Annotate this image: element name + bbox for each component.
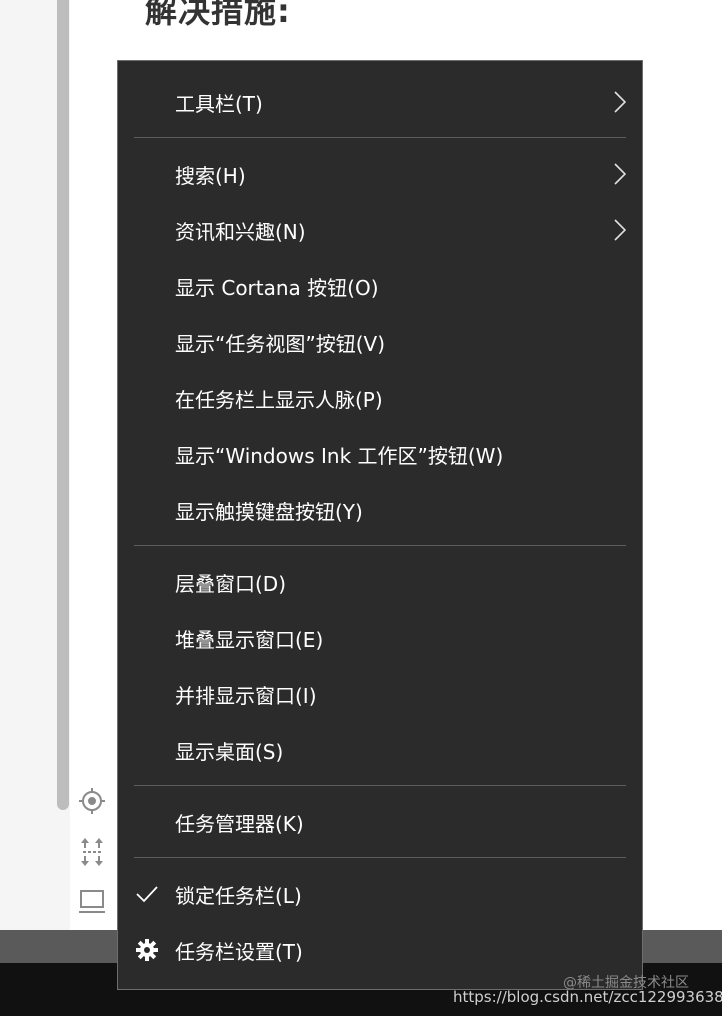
scrollbar[interactable] (57, 0, 69, 810)
menu-item-label: 显示“Windows Ink 工作区”按钮(W) (175, 443, 504, 468)
menu-item-label: 并排显示窗口(I) (175, 683, 317, 708)
menu-item-label: 任务管理器(K) (175, 811, 304, 836)
menu-item-label: 搜索(H) (175, 163, 246, 188)
watermark-url: https://blog.csdn.net/zcc1229936385 (453, 988, 722, 1006)
menu-item-search[interactable]: 搜索(H) (118, 148, 642, 200)
menu-item-show-cortana[interactable]: 显示 Cortana 按钮(O) (118, 260, 642, 312)
menu-item-cascade-windows[interactable]: 层叠窗口(D) (118, 556, 642, 608)
checkmark-icon (136, 883, 158, 905)
menu-item-lock-taskbar[interactable]: 锁定任务栏(L) (118, 868, 642, 920)
menu-item-label: 层叠窗口(D) (175, 571, 287, 596)
laptop-icon[interactable] (78, 888, 106, 916)
expand-arrows-icon[interactable] (78, 838, 106, 866)
menu-item-side-by-side[interactable]: 并排显示窗口(I) (118, 668, 642, 720)
menu-separator (134, 785, 626, 786)
menu-separator (134, 545, 626, 546)
menu-item-taskbar-settings[interactable]: 任务栏设置(T) (118, 924, 642, 976)
menu-item-label: 显示桌面(S) (175, 739, 284, 764)
taskbar-context-menu: 工具栏(T) 搜索(H) 资讯和兴趣(N) 显示 Cortana 按钮(O) 显… (117, 60, 643, 990)
menu-separator (134, 137, 626, 138)
page-heading: 解决措施: (145, 0, 291, 30)
menu-item-label: 在任务栏上显示人脉(P) (175, 387, 383, 412)
chevron-right-icon (614, 163, 626, 185)
menu-item-show-desktop[interactable]: 显示桌面(S) (118, 724, 642, 776)
menu-item-stack-windows[interactable]: 堆叠显示窗口(E) (118, 612, 642, 664)
menu-item-task-manager[interactable]: 任务管理器(K) (118, 796, 642, 848)
menu-item-label: 显示 Cortana 按钮(O) (175, 275, 379, 300)
chevron-right-icon (614, 219, 626, 241)
chevron-right-icon (614, 91, 626, 113)
menu-item-toolbars[interactable]: 工具栏(T) (118, 76, 642, 128)
menu-item-show-task-view[interactable]: 显示“任务视图”按钮(V) (118, 316, 642, 368)
menu-item-label: 显示触摸键盘按钮(Y) (175, 499, 363, 524)
menu-item-label: 任务栏设置(T) (175, 939, 303, 964)
menu-separator (134, 857, 626, 858)
menu-item-label: 堆叠显示窗口(E) (175, 627, 324, 652)
menu-item-show-windows-ink[interactable]: 显示“Windows Ink 工作区”按钮(W) (118, 428, 642, 480)
menu-item-label: 锁定任务栏(L) (175, 883, 302, 908)
menu-item-label: 资讯和兴趣(N) (175, 219, 306, 244)
menu-item-label: 工具栏(T) (175, 91, 263, 116)
menu-item-label: 显示“任务视图”按钮(V) (175, 331, 386, 356)
menu-item-show-people[interactable]: 在任务栏上显示人脉(P) (118, 372, 642, 424)
crosshair-icon[interactable] (78, 787, 106, 815)
menu-item-show-touch-keyboard[interactable]: 显示触摸键盘按钮(Y) (118, 484, 642, 536)
gear-icon (136, 939, 158, 961)
menu-item-news-interests[interactable]: 资讯和兴趣(N) (118, 204, 642, 256)
